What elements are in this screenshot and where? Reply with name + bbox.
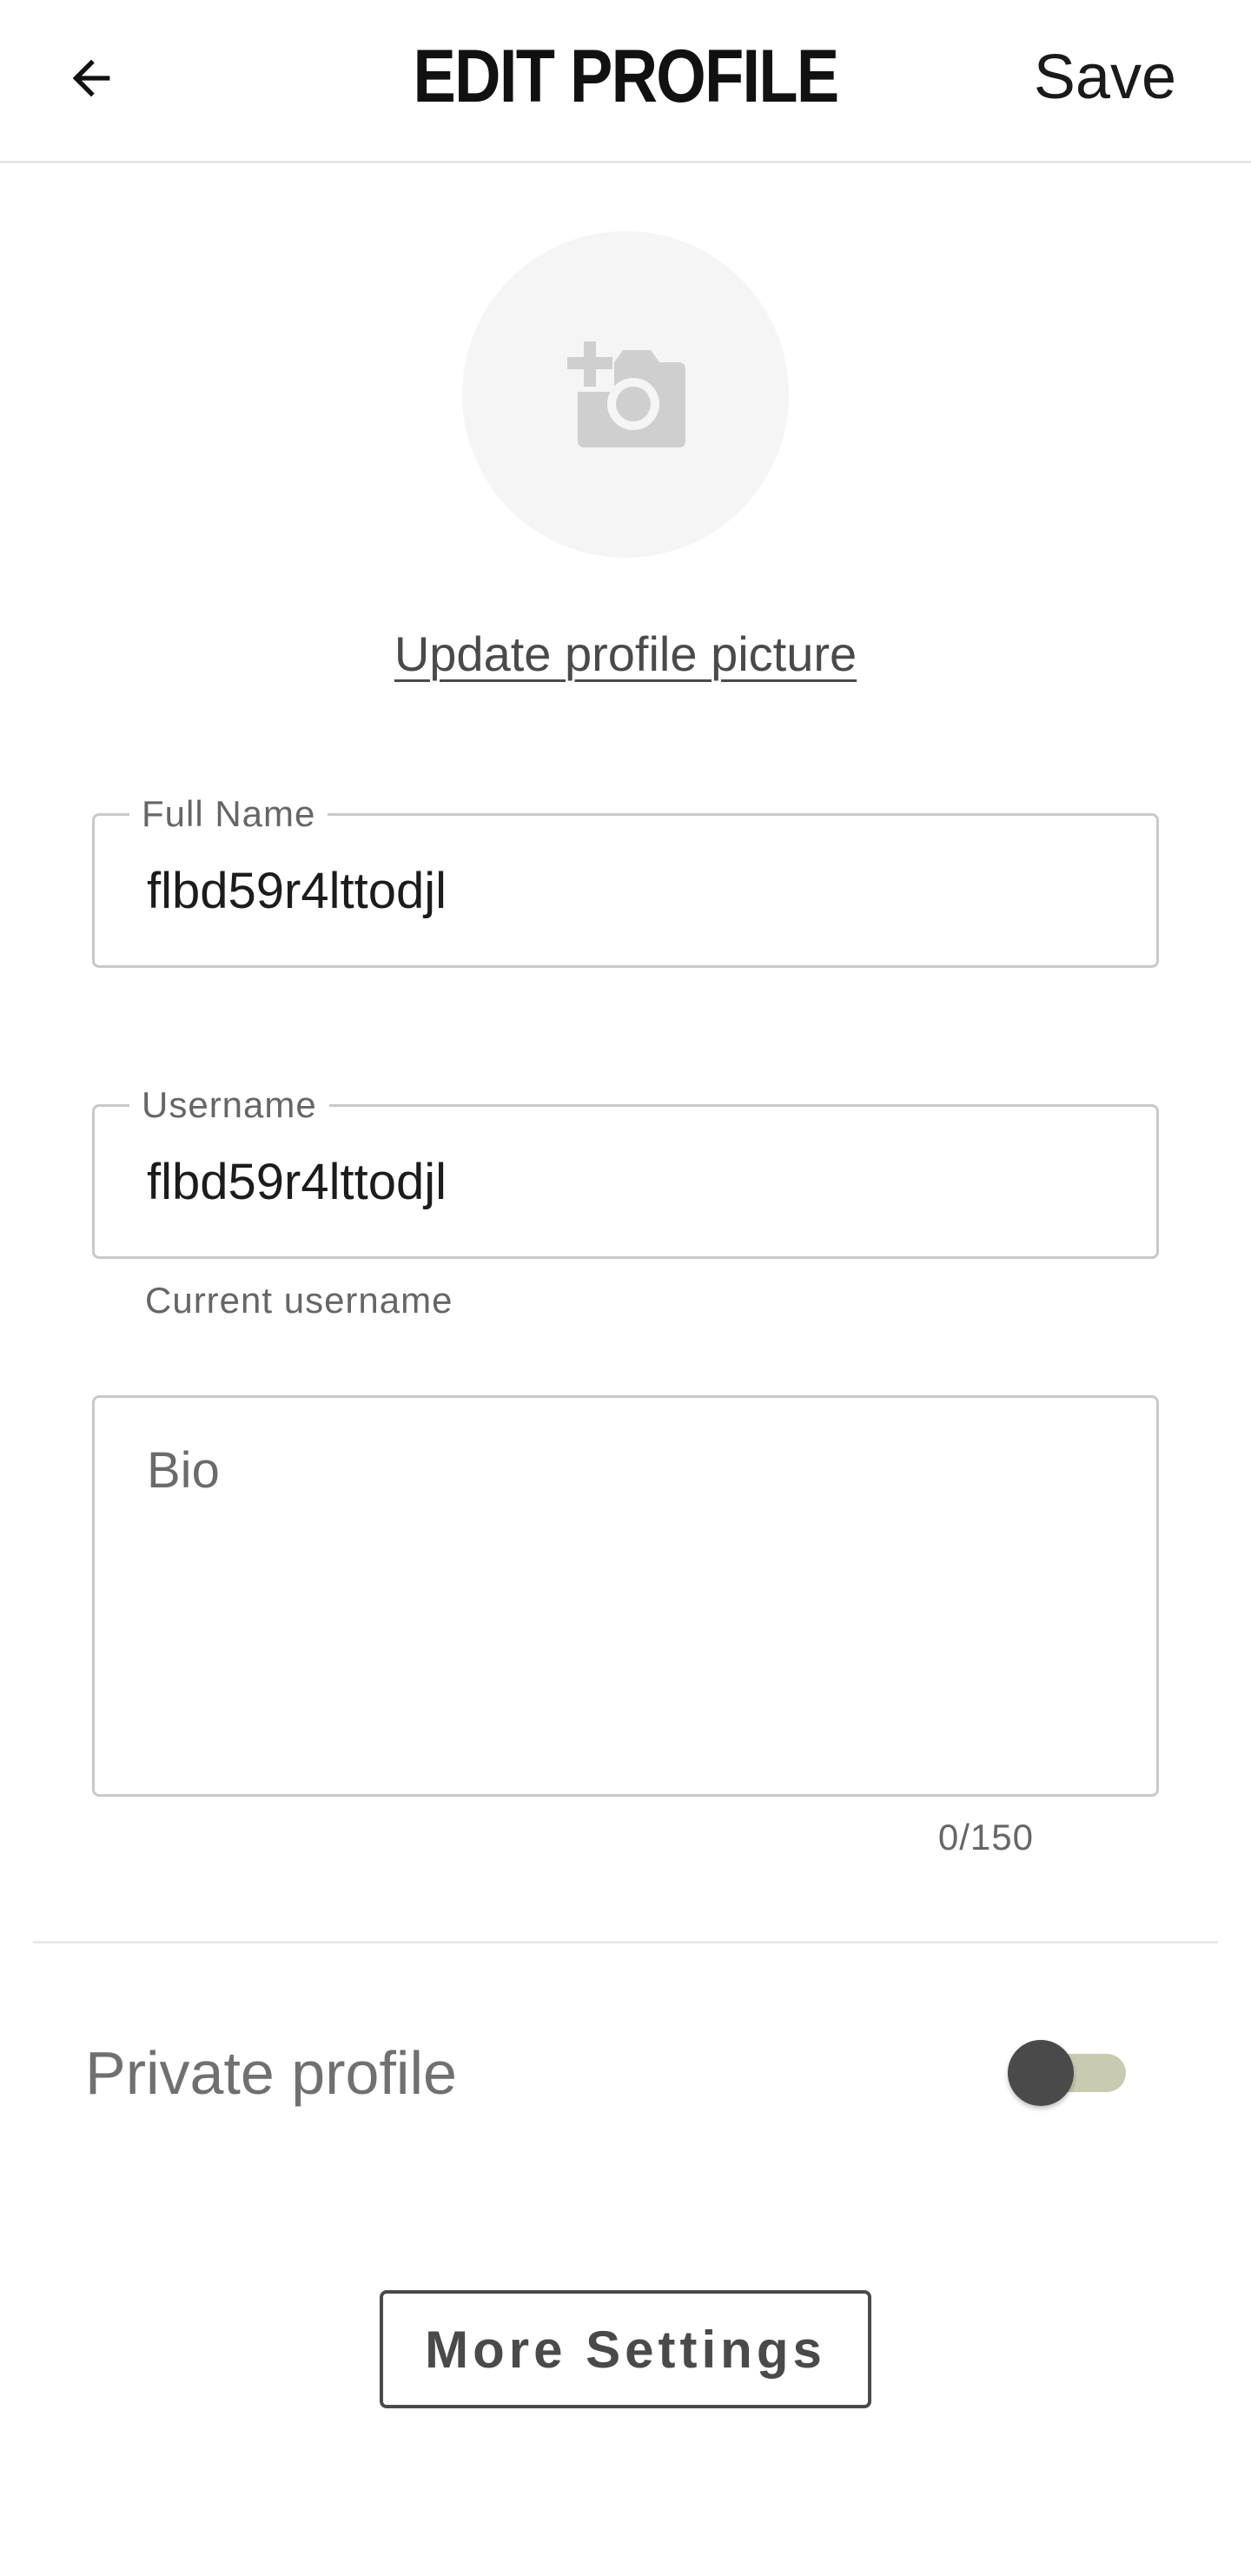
top-app-bar: EDIT PROFILE Save [0, 0, 1251, 163]
save-button[interactable]: Save [1034, 38, 1176, 116]
full-name-field: Full Name [92, 793, 1159, 968]
update-profile-picture-label[interactable]: Update profile picture [394, 626, 857, 681]
add-photo-camera-icon [567, 341, 685, 447]
page-title: EDIT PROFILE [413, 35, 840, 118]
toggle-thumb [1008, 2040, 1074, 2106]
bio-input[interactable] [95, 1398, 1156, 1794]
update-profile-picture-link[interactable]: Update profile picture [0, 624, 1251, 685]
full-name-input[interactable] [95, 816, 1156, 965]
bio-character-counter: 0/150 [937, 1817, 1034, 1858]
private-profile-toggle[interactable] [1008, 2040, 1129, 2106]
section-divider [33, 1941, 1218, 1944]
username-helper-text: Current username [145, 1280, 453, 1321]
private-profile-row: Private profile [85, 2033, 1171, 2111]
private-profile-label: Private profile [85, 2039, 457, 2107]
username-field: Username [92, 1084, 1159, 1259]
username-input[interactable] [95, 1107, 1156, 1256]
more-settings-button[interactable]: More Settings [380, 2290, 871, 2408]
bio-field [92, 1395, 1159, 1797]
profile-picture-button[interactable] [462, 231, 789, 558]
